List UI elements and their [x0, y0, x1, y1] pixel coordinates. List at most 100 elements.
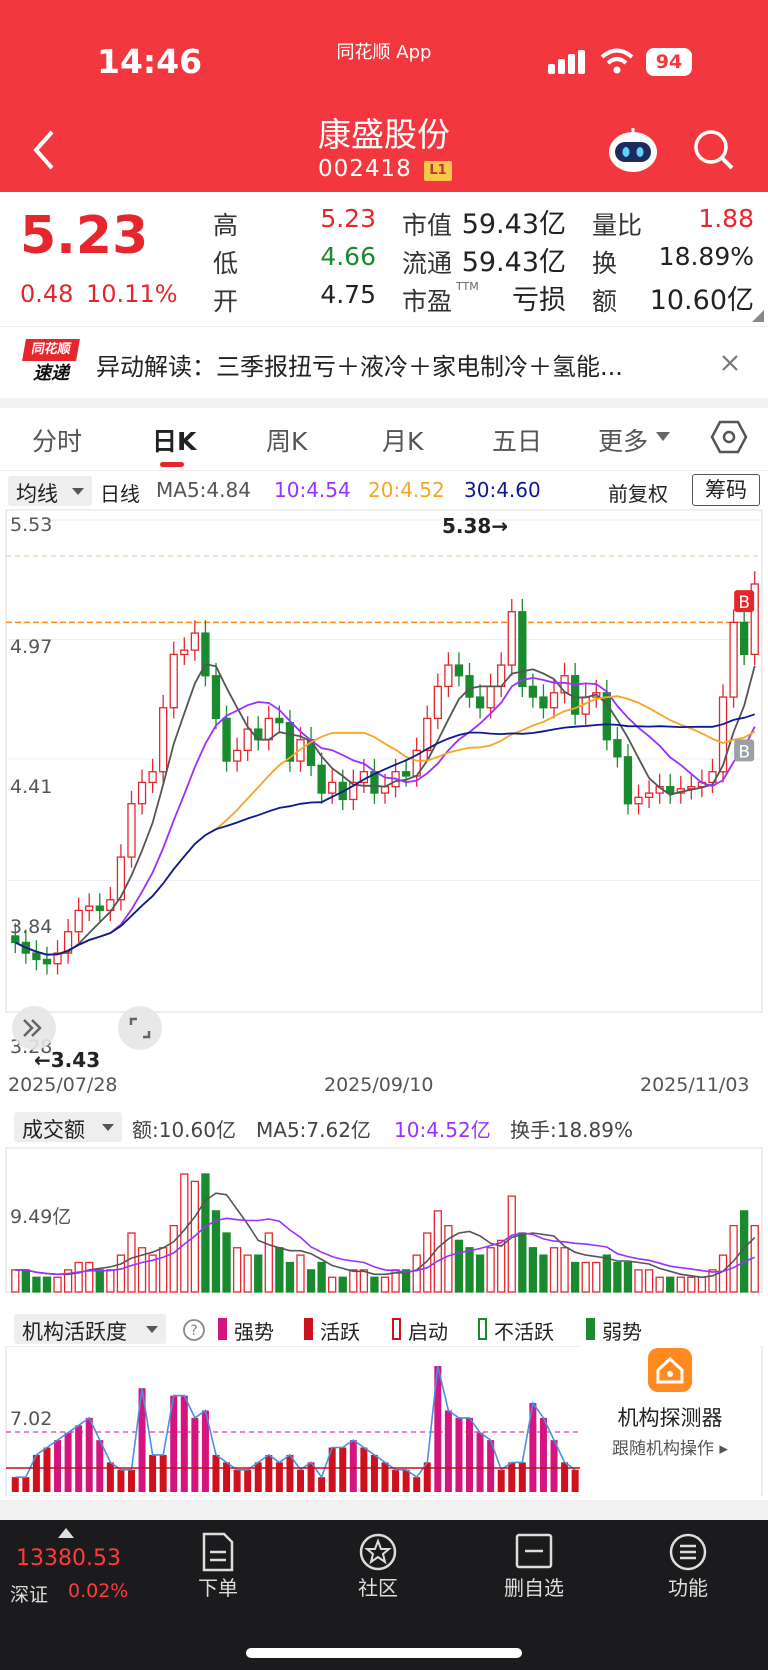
nav-functions[interactable]: 功能: [648, 1572, 728, 1601]
ma30-value: 30:4.60: [464, 478, 541, 502]
activity-bar: [539, 1417, 547, 1492]
app-header: 14:46 同花顺 App 94 康盛股份 002418 L1: [0, 0, 768, 192]
order-doc-icon[interactable]: [200, 1532, 236, 1572]
activity-bar: [96, 1440, 104, 1492]
mcap-label: 市值: [402, 211, 453, 240]
chips-button[interactable]: 筹码: [692, 474, 760, 506]
low-label: 低: [213, 249, 239, 278]
screen: 14:46 同花顺 App 94 康盛股份 002418 L1 5.23 0.4…: [0, 0, 768, 1670]
search-icon[interactable]: [692, 128, 736, 172]
kline-chart[interactable]: BB: [0, 508, 768, 1068]
robot-assistant-icon[interactable]: [606, 126, 660, 174]
candle-body: [644, 792, 654, 798]
candle-body: [222, 717, 231, 762]
up-triangle-icon: [58, 1528, 74, 1538]
price-change: 0.48: [20, 280, 74, 308]
candle-body: [159, 707, 168, 773]
volume-indicator-select[interactable]: 成交额: [14, 1112, 122, 1142]
volume-bar: [42, 1276, 52, 1293]
function-menu-icon[interactable]: [668, 1532, 708, 1572]
legend-swatch-start: [392, 1318, 401, 1340]
volume-bar: [570, 1261, 580, 1293]
detector-subtitle: 跟随机构操作 ▸: [612, 1439, 728, 1459]
activity-bar: [571, 1469, 579, 1492]
candle-body: [243, 728, 252, 752]
candle-body: [539, 696, 548, 709]
legend-strong: 强势: [234, 1320, 274, 1344]
volume-ma10-line: [15, 1217, 756, 1276]
x-axis-date: 2025/11/03: [640, 1074, 750, 1096]
nav-community[interactable]: 社区: [338, 1572, 418, 1601]
volume-bar: [317, 1261, 326, 1293]
volume-bar: [275, 1247, 284, 1293]
volume-bar: [581, 1261, 590, 1293]
volume-bar: [370, 1276, 379, 1293]
volume-chart[interactable]: [0, 1146, 768, 1296]
tab-more[interactable]: 更多: [598, 422, 648, 458]
activity-bar: [275, 1462, 283, 1492]
volume-bar: [21, 1269, 30, 1293]
volume-bar: [359, 1269, 369, 1293]
candle-body: [380, 786, 390, 794]
volume-bar: [380, 1276, 390, 1293]
activity-bar: [106, 1462, 114, 1492]
candle-body: [465, 675, 474, 698]
remove-watchlist-icon[interactable]: [514, 1532, 554, 1570]
candle-body: [264, 717, 273, 741]
candle-body: [95, 905, 104, 912]
activity-bar: [550, 1440, 558, 1492]
index-value[interactable]: 13380.53: [16, 1546, 121, 1571]
volume-bar: [85, 1261, 94, 1293]
volume-bar: [53, 1276, 62, 1293]
legend-swatch-active: [304, 1318, 313, 1340]
tab-intraday[interactable]: 分时: [32, 422, 82, 458]
turnover-label: 换: [592, 249, 618, 278]
detector-title: 机构探测器: [617, 1406, 723, 1430]
close-icon[interactable]: [720, 353, 740, 373]
candle-body: [232, 749, 242, 762]
candle-body: [507, 611, 516, 666]
expand-corner-icon[interactable]: [752, 310, 764, 322]
caret-down-icon[interactable]: [656, 432, 670, 442]
activity-bar: [318, 1477, 326, 1492]
candle-body: [486, 685, 495, 709]
activity-bar: [296, 1469, 304, 1492]
tab-daily-k[interactable]: 日K: [152, 422, 196, 458]
volume-bar: [454, 1239, 464, 1293]
tab-five-day[interactable]: 五日: [492, 422, 542, 458]
candle-body: [718, 696, 728, 773]
activity-indicator-select[interactable]: 机构活跃度: [14, 1314, 166, 1344]
activity-bar: [212, 1454, 220, 1492]
ths-express-logo: 同花顺 速递: [22, 339, 80, 387]
activity-bar: [149, 1454, 157, 1492]
volume-bar: [475, 1254, 485, 1293]
activity-bar: [561, 1462, 569, 1492]
help-icon[interactable]: ?: [182, 1318, 206, 1342]
volume-amount: 额:10.60亿: [132, 1118, 236, 1142]
institution-detector-card[interactable]: 机构探测器 跟随机构操作 ▸: [580, 1346, 760, 1496]
tab-weekly-k[interactable]: 周K: [266, 422, 307, 458]
nav-remove-watchlist[interactable]: 删自选: [494, 1572, 574, 1601]
ma10-value: 10:4.54: [274, 478, 351, 502]
legend-swatch-inactive: [478, 1318, 487, 1340]
volume-bar: [116, 1254, 126, 1293]
candle-body: [317, 764, 326, 794]
adjust-mode[interactable]: 前复权: [608, 478, 668, 507]
community-star-icon[interactable]: [358, 1532, 398, 1572]
low-value: 4.66: [320, 242, 376, 271]
fullscreen-button[interactable]: [118, 1006, 162, 1050]
news-banner[interactable]: 同花顺 速递 异动解读：三季报扭亏＋液冷＋家电制冷＋氢能...: [0, 326, 768, 398]
news-text[interactable]: 异动解读：三季报扭亏＋液冷＋家电制冷＋氢能...: [96, 347, 676, 382]
float-label: 流通: [402, 249, 453, 278]
volume-bar: [602, 1254, 611, 1293]
expand-left-button[interactable]: [12, 1006, 56, 1050]
volume-bar: [560, 1247, 569, 1293]
settings-hexagon-icon[interactable]: [710, 418, 748, 456]
ma10-line: [14, 676, 756, 956]
candle-body: [454, 664, 464, 677]
activity-bar: [497, 1469, 505, 1492]
tab-monthly-k[interactable]: 月K: [382, 422, 423, 458]
indicator-select[interactable]: 均线: [8, 476, 92, 506]
nav-order[interactable]: 下单: [178, 1572, 258, 1601]
volume-bar: [349, 1269, 358, 1293]
